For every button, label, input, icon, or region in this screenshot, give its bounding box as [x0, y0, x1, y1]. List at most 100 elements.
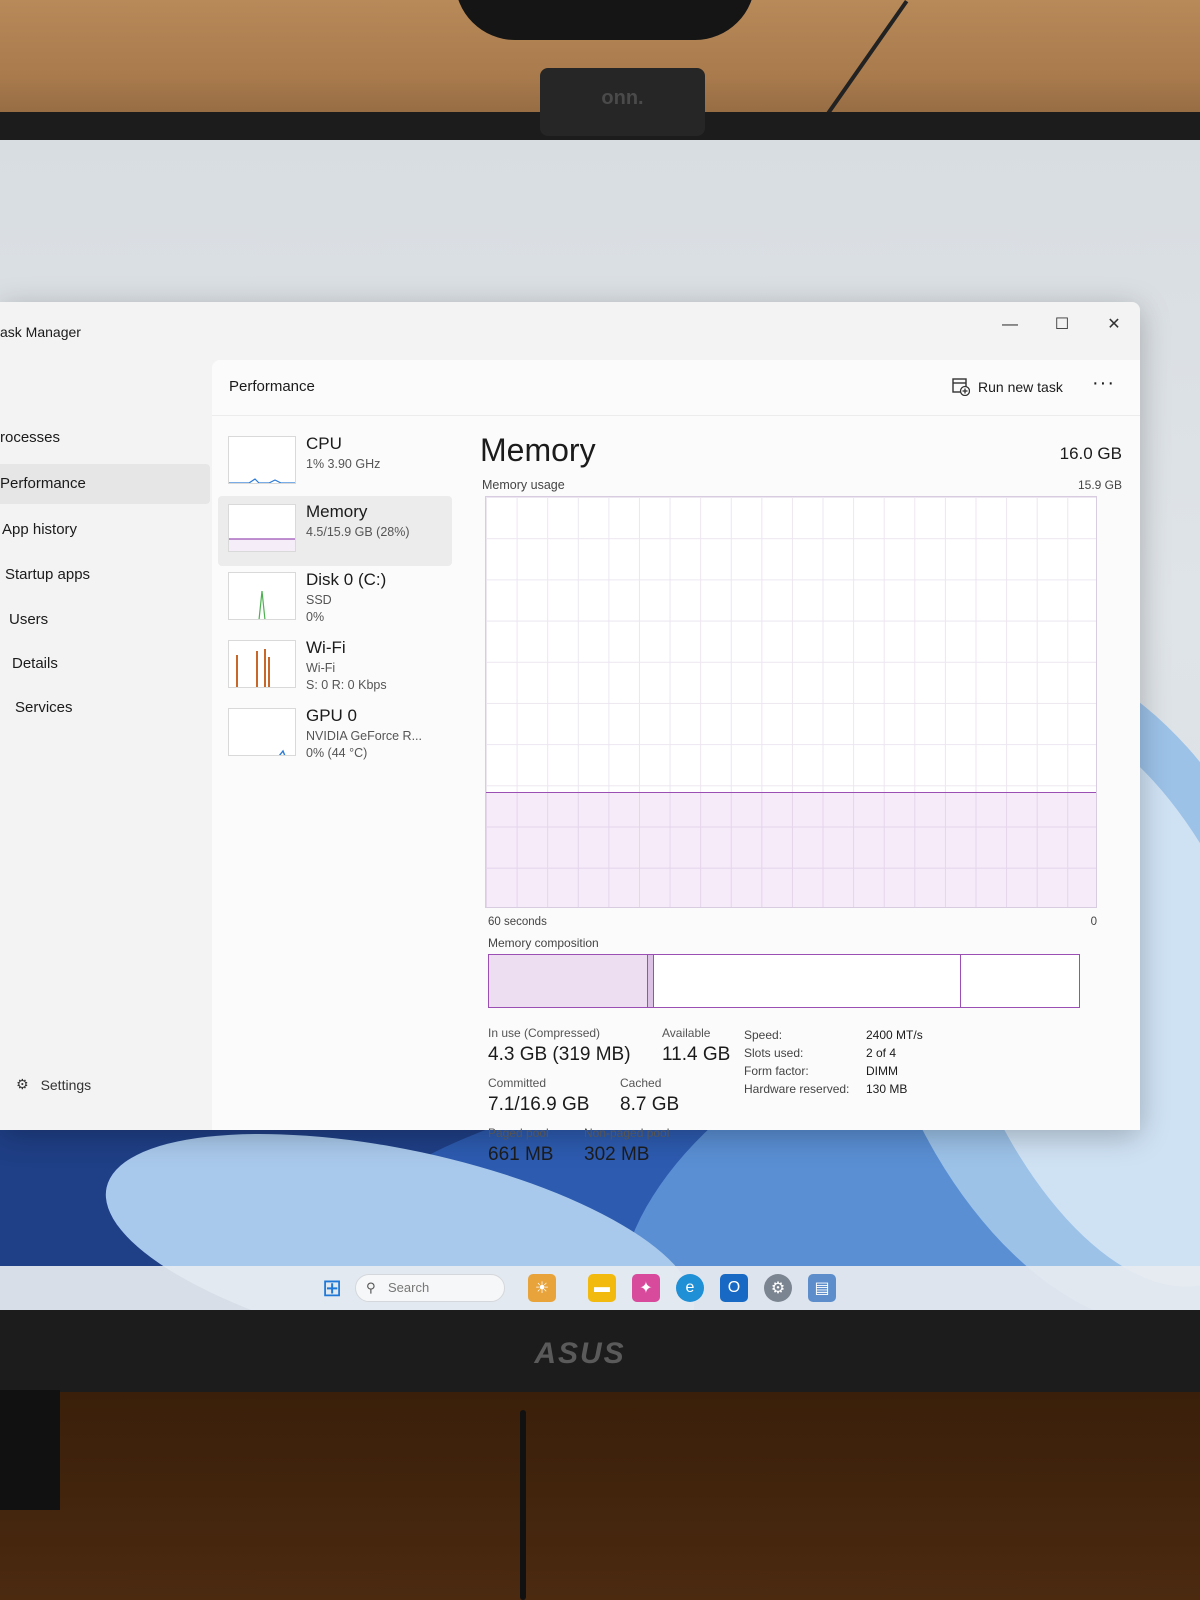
resource-item-memory[interactable]: Memory 4.5/15.9 GB (28%)	[218, 496, 452, 566]
performance-panel: Performance Run new task ··· CPU 1% 3.90…	[212, 360, 1140, 1165]
task-manager-taskbar-icon[interactable]: ▤	[808, 1274, 836, 1302]
resource-detail: 1% 3.90 GHz	[306, 457, 381, 471]
cached-label: Cached	[620, 1076, 662, 1090]
committed-value: 7.1/16.9 GB	[488, 1094, 590, 1115]
memory-composition-label: Memory composition	[488, 936, 599, 950]
cpu-thumbnail-graph	[228, 436, 296, 484]
speed-value: 2400 MT/s	[866, 1028, 923, 1042]
resource-name: GPU 0	[306, 706, 358, 725]
graph-zero-label: 0	[1090, 916, 1097, 928]
resource-name: Wi-Fi	[306, 638, 346, 657]
in-use-label: In use (Compressed)	[488, 1026, 601, 1040]
resource-item-gpu[interactable]: GPU 0 NVIDIA GeForce R... 0% (44 °C)	[218, 700, 452, 770]
slots-used-value: 2 of 4	[866, 1046, 897, 1060]
non-paged-pool-label: Non-paged pool	[584, 1126, 670, 1140]
paged-pool-label: Paged pool	[488, 1126, 549, 1140]
cached-value: 8.7 GB	[620, 1094, 680, 1115]
resource-item-cpu[interactable]: CPU 1% 3.90 GHz	[218, 428, 452, 498]
resource-detail-2: 0%	[306, 610, 325, 624]
form-factor-value: DIMM	[866, 1064, 898, 1078]
run-new-task-label: Run new task	[978, 379, 1063, 395]
speed-label: Speed:	[744, 1028, 783, 1042]
slots-used-label: Slots used:	[744, 1046, 804, 1060]
monitor-brand-logo: ASUS	[534, 1337, 626, 1370]
copilot-icon[interactable]: ✦	[632, 1274, 660, 1302]
run-new-task-button[interactable]: Run new task	[952, 378, 1063, 396]
memory-usage-fill	[486, 792, 1096, 907]
non-paged-pool-value: 302 MB	[584, 1144, 650, 1165]
gpu-thumbnail-graph	[228, 708, 296, 756]
nav-item-startup-apps[interactable]: Startup apps	[0, 555, 210, 595]
nav-item-performance[interactable]: Performance	[0, 464, 210, 504]
nav-item-services[interactable]: Services	[0, 688, 210, 728]
nav-item-label: App history	[2, 521, 78, 538]
paged-pool-value: 661 MB	[488, 1144, 554, 1165]
more-options-button[interactable]: ···	[1092, 372, 1115, 395]
memory-usage-label: Memory usage	[482, 478, 565, 492]
search-icon: ⚲	[366, 1280, 376, 1295]
maximize-button[interactable]: ☐	[1042, 310, 1082, 340]
memory-usage-graph	[485, 496, 1097, 908]
outlook-icon[interactable]: O	[720, 1274, 748, 1302]
resource-detail: 4.5/15.9 GB (28%)	[306, 525, 410, 539]
nav-sidebar: rocesses Performance App history Startup…	[0, 354, 210, 1130]
performance-header: Performance Run new task ···	[212, 360, 1140, 416]
webcam-brand: onn.	[540, 68, 705, 136]
graph-time-label: 60 seconds	[488, 916, 547, 928]
in-use-value: 4.3 GB (319 MB)	[488, 1044, 631, 1065]
desk	[0, 1392, 1200, 1600]
weather-widget-icon[interactable]: ☀	[528, 1274, 556, 1302]
nav-item-label: rocesses	[0, 429, 61, 446]
hardware-reserved-value: 130 MB	[866, 1082, 908, 1096]
new-task-icon	[952, 378, 970, 396]
search-placeholder: Search	[388, 1280, 430, 1295]
available-value: 11.4 GB	[662, 1044, 731, 1065]
disk-thumbnail-graph	[228, 572, 296, 620]
settings-label: Settings	[40, 1076, 92, 1093]
title-bar[interactable]: ask Manager — ☐ ✕	[0, 302, 1140, 354]
desk-cable	[520, 1410, 526, 1600]
nav-item-processes[interactable]: rocesses	[0, 418, 210, 458]
taskbar: ⊞ ⚲ Search ☀ ▬ ✦ e O ⚙ ▤	[0, 1266, 1200, 1310]
close-button[interactable]: ✕	[1094, 310, 1134, 340]
wifi-thumbnail-graph	[228, 640, 296, 688]
page-title: Performance	[229, 378, 315, 395]
composition-free	[961, 955, 1079, 1007]
windows-start-icon[interactable]: ⊞	[318, 1274, 346, 1302]
resource-item-wifi[interactable]: Wi-Fi Wi-Fi S: 0 R: 0 Kbps	[218, 632, 452, 702]
resource-detail: SSD	[306, 593, 332, 607]
composition-standby	[654, 955, 961, 1007]
nav-item-users[interactable]: Users	[0, 600, 210, 640]
window-title: ask Manager	[0, 324, 81, 340]
resource-item-disk[interactable]: Disk 0 (C:) SSD 0%	[218, 564, 452, 634]
form-factor-label: Form factor:	[744, 1064, 809, 1078]
committed-label: Committed	[488, 1076, 547, 1090]
nav-item-label: Performance	[0, 475, 86, 492]
gear-icon: ⚙	[16, 1076, 29, 1092]
nav-item-details[interactable]: Details	[0, 644, 210, 684]
nav-item-label: Startup apps	[5, 566, 91, 583]
monitor-stand	[0, 1390, 60, 1510]
nav-item-app-history[interactable]: App history	[0, 510, 210, 550]
nav-item-label: Users	[9, 611, 49, 628]
resource-name: Memory	[306, 502, 368, 521]
resource-detail: Wi-Fi	[306, 661, 336, 675]
resource-detail: NVIDIA GeForce R...	[306, 729, 423, 743]
edge-browser-icon[interactable]: e	[676, 1274, 704, 1302]
available-label: Available	[662, 1026, 711, 1040]
composition-in-use	[489, 955, 649, 1007]
memory-composition-bar	[488, 954, 1080, 1008]
settings-app-icon[interactable]: ⚙	[764, 1274, 792, 1302]
resource-detail-2: 0% (44 °C)	[306, 746, 368, 760]
file-explorer-icon[interactable]: ▬	[588, 1274, 616, 1302]
hardware-reserved-label: Hardware reserved:	[744, 1082, 850, 1096]
nav-item-label: Details	[12, 655, 58, 672]
nav-settings[interactable]: ⚙ Settings	[16, 1076, 91, 1093]
resource-name: Disk 0 (C:)	[306, 570, 387, 589]
resource-name: CPU	[306, 434, 342, 453]
taskbar-search-box[interactable]: ⚲ Search	[355, 1274, 505, 1302]
memory-thumbnail-graph	[228, 504, 296, 552]
nav-item-label: Services	[15, 699, 73, 716]
task-manager-window: ask Manager — ☐ ✕ rocesses Performance A…	[0, 302, 1140, 1165]
minimize-button[interactable]: —	[990, 310, 1030, 340]
